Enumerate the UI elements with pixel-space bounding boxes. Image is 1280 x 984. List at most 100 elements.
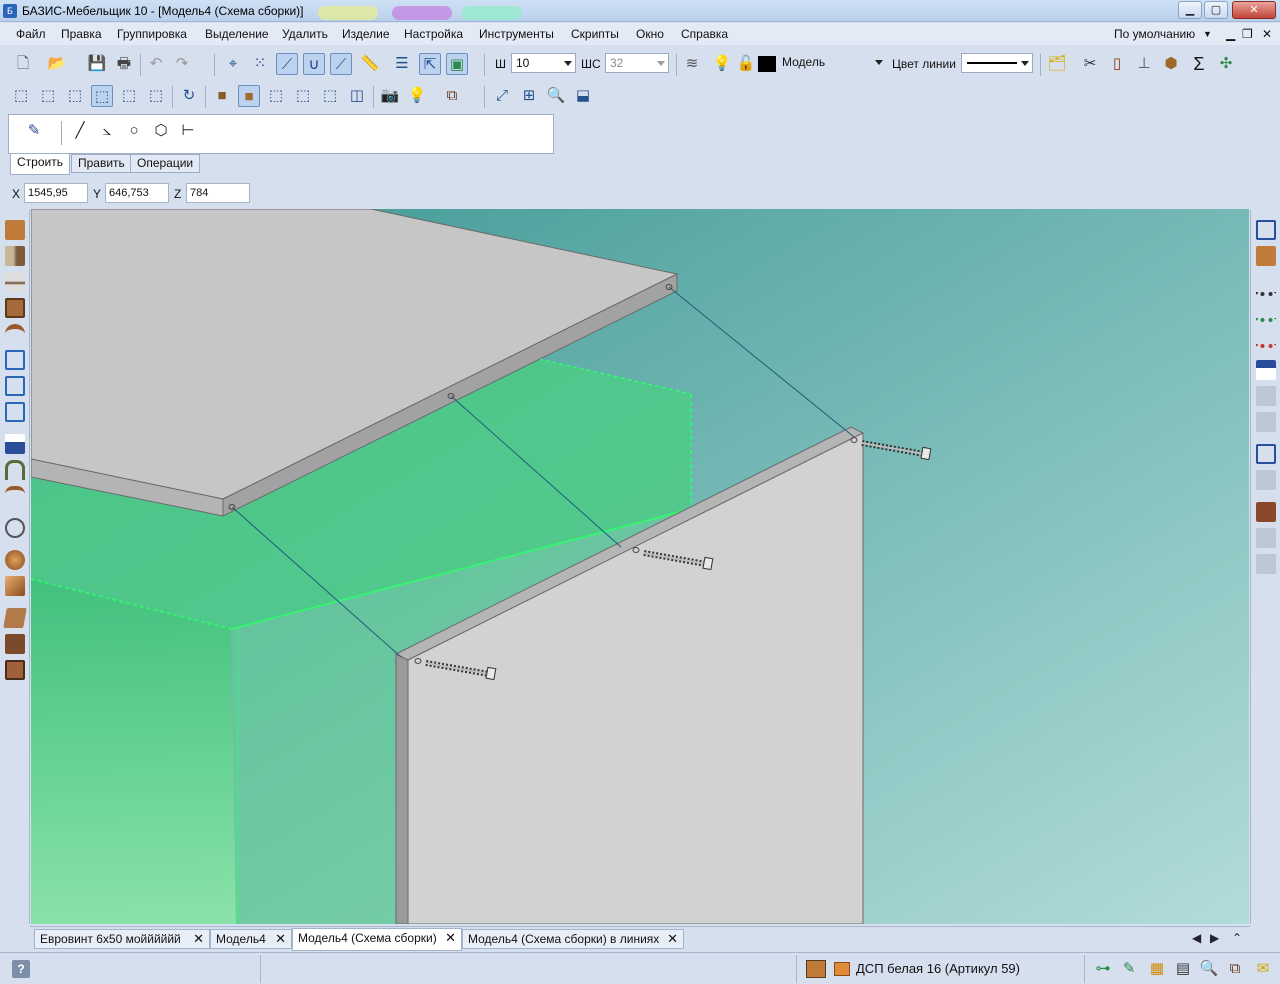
doc-tab-model4-assembly[interactable]: Модель4 (Схема сборки) ✕ [292,928,462,951]
tree-view-icon[interactable]: ⊶ [1092,958,1114,980]
report-icon[interactable]: ✉ [1252,958,1274,980]
circle-tool-icon[interactable]: ○ [123,120,145,142]
table-icon[interactable]: ▦ [1146,958,1168,980]
view-right-icon[interactable]: ⬚ [118,85,140,107]
arch-icon[interactable] [5,460,25,480]
lighting-icon[interactable]: 💡 [406,85,428,107]
shelf-icon[interactable] [5,434,25,454]
fastener-icon[interactable] [1256,276,1276,296]
materials-icon[interactable]: ⧉ [441,85,463,107]
parts-icon[interactable]: ⧉ [1224,958,1246,980]
menu-selection[interactable]: Выделение [205,27,269,41]
3d-viewport[interactable] [31,209,1249,924]
calculator-icon[interactable]: ▤ [1172,958,1194,980]
build-mode-icon[interactable]: ✎ [23,120,45,142]
vertical-panel-icon[interactable] [5,246,25,266]
cutting-map-icon[interactable]: ✣ [1215,53,1237,75]
lock-icon[interactable]: 🔓 [735,53,757,75]
width-input[interactable]: 10 [511,53,576,73]
menu-grouping[interactable]: Группировка [117,27,187,41]
library-icon[interactable]: 🗂 [1046,53,1068,75]
menu-tools[interactable]: Инструменты [479,27,554,41]
view-front-icon[interactable]: ⬚ [10,85,32,107]
horizontal-panel-icon[interactable] [5,272,25,292]
redo-icon[interactable]: ↷ [171,53,193,75]
insert-model-icon[interactable] [1256,246,1276,266]
assembly-scene[interactable] [31,209,1249,924]
fastener-remove-icon[interactable] [1256,328,1276,348]
material-library-icon[interactable] [806,960,826,978]
pan-icon[interactable]: ⬓ [572,85,594,107]
tab-build[interactable]: Строить [10,154,70,175]
line-tool-icon[interactable]: ╱ [69,120,91,142]
layer-stack-icon[interactable]: ≋ [681,53,703,75]
profile-dropdown[interactable]: По умолчанию [1114,27,1195,41]
render-shaded-icon[interactable]: ■ [238,85,260,107]
select-icon[interactable]: ⇱ [419,53,441,75]
z-input[interactable]: 784 [186,183,250,203]
doc-tab-model4[interactable]: Модель4 ✕ [210,929,292,949]
layers-icon[interactable]: ☰ [391,53,413,75]
doc-tab-model4-assembly-lines[interactable]: Модель4 (Схема сборки) в линиях ✕ [462,929,684,949]
layer-color-swatch[interactable] [758,56,776,72]
package-icon[interactable]: ⬢ [1160,53,1182,75]
pyramid-icon[interactable] [5,576,25,596]
edge-add-icon[interactable] [1256,360,1276,380]
menu-scripts[interactable]: Скрипты [571,27,619,41]
y-input[interactable]: 646,753 [105,183,169,203]
print-icon[interactable]: 🖶 [113,53,135,75]
close-tab-icon[interactable]: ✕ [667,930,678,948]
mdi-close-button[interactable]: ✕ [1262,27,1272,41]
door-icon[interactable]: ▯ [1106,53,1128,75]
curved-panel-icon[interactable] [5,324,25,344]
notes-icon[interactable]: ✎ [1118,958,1140,980]
menu-window[interactable]: Окно [636,27,664,41]
close-tab-icon[interactable]: ✕ [445,929,456,947]
fitting-icon[interactable] [5,518,25,538]
polygon-tool-icon[interactable]: ⬡ [150,120,172,142]
fastener-add-icon[interactable] [1256,302,1276,322]
render-hidden-icon[interactable]: ⬚ [292,85,314,107]
x-input[interactable]: 1545,95 [24,183,88,203]
mdi-restore-button[interactable]: ❐ [1242,27,1253,41]
tabs-list-icon[interactable]: ⌃ [1232,931,1242,945]
profile-dropdown-arrow-icon[interactable]: ▼ [1203,29,1212,39]
view-iso-icon[interactable]: ⬚ [91,85,113,107]
menu-settings[interactable]: Настройка [404,27,463,41]
groove-icon[interactable] [1256,502,1276,522]
layer-dropdown[interactable]: Модель [778,53,886,73]
properties-icon[interactable] [1256,220,1276,240]
cutout-add-icon[interactable] [1256,444,1276,464]
angle-line-tool-icon[interactable]: ⦣ [96,120,118,142]
ruler-icon[interactable]: 📏 [359,53,381,75]
frame-select-icon[interactable]: ▣ [446,53,468,75]
tabs-scroll-right-icon[interactable]: ▶ [1210,931,1219,945]
save-icon[interactable]: 💾 [86,53,108,75]
undo-icon[interactable]: ↶ [145,53,167,75]
wave-icon[interactable] [5,486,25,506]
front-panel-icon[interactable] [5,298,25,318]
render-wire-icon[interactable]: ⬚ [265,85,287,107]
render-outline-icon[interactable]: ⬚ [319,85,341,107]
tab-edit[interactable]: Править [71,154,132,173]
grid-snap-icon[interactable]: ⁙ [249,53,271,75]
view-free-icon[interactable]: ⬚ [145,85,167,107]
menu-edit[interactable]: Правка [61,27,102,41]
snap-line-icon[interactable]: ⟋ [276,53,298,75]
mdi-minimize-button[interactable]: ▁ [1226,27,1235,41]
view-left-icon[interactable]: ⬚ [64,85,86,107]
snap-points-icon[interactable]: ⌖ [222,53,244,75]
snap-segment-icon[interactable]: ⟋ [330,53,352,75]
close-tab-icon[interactable]: ✕ [275,930,286,948]
menu-file[interactable]: Файл [16,27,46,41]
render-textured-icon[interactable]: ■ [211,85,233,107]
menu-product[interactable]: Изделие [342,27,390,41]
stamp-icon[interactable]: ⊥ [1133,53,1155,75]
grid-panel-icon[interactable] [5,350,25,370]
sum-icon[interactable]: Σ [1188,53,1210,75]
camera-icon[interactable]: 📷 [379,85,401,107]
vertical-dim-icon[interactable] [5,376,25,396]
line-style-dropdown[interactable] [961,53,1033,73]
close-tab-icon[interactable]: ✕ [193,930,204,948]
box-icon[interactable] [5,634,25,654]
